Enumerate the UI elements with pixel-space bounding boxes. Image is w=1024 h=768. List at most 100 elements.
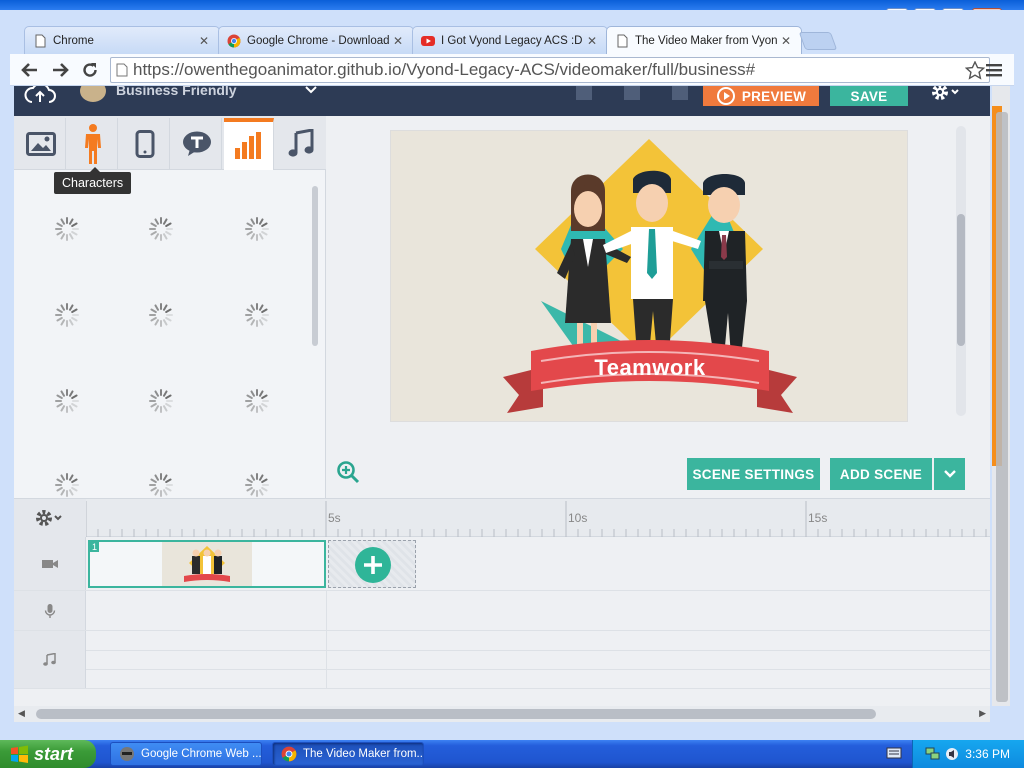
tab-label: I Got Vyond Legacy ACS :D c — [441, 34, 583, 47]
add-scene-button[interactable]: ADD SCENE — [830, 458, 932, 490]
tab-label: Chrome — [53, 34, 94, 47]
theme-name: Business Friendly — [116, 86, 237, 98]
stage-scrollbar-thumb[interactable] — [957, 214, 965, 346]
tab-charts[interactable] — [224, 118, 274, 170]
close-icon[interactable]: ✕ — [393, 34, 405, 48]
horizontal-scrollbar-thumb[interactable] — [36, 709, 876, 719]
new-tab-button[interactable] — [798, 32, 838, 50]
gear-icon[interactable] — [930, 86, 964, 102]
save-label: SAVE — [850, 88, 888, 104]
zoom-in-icon[interactable] — [336, 460, 360, 484]
tab-label: The Video Maker from Vyond — [635, 34, 777, 47]
add-scene-label: ADD SCENE — [839, 466, 923, 482]
undo-icon — [672, 86, 688, 100]
preview-button[interactable]: PREVIEW — [703, 86, 819, 106]
start-label: start — [34, 743, 74, 764]
page-horizontal-scrollbar[interactable]: ◀ ▶ — [14, 706, 990, 722]
tab-audio[interactable] — [276, 118, 326, 170]
plus-circle-icon — [355, 547, 391, 583]
browser-menu-button[interactable] — [982, 59, 1006, 81]
back-button[interactable] — [18, 59, 42, 81]
scene-clip-1[interactable]: 1 — [88, 540, 326, 588]
tab-video-maker[interactable]: The Video Maker from Vyond ✕ — [606, 26, 802, 54]
close-icon[interactable]: ✕ — [587, 34, 599, 48]
tab-youtube-vyond[interactable]: I Got Vyond Legacy ACS :D c ✕ — [412, 26, 608, 54]
asset-panel: Characters — [14, 116, 326, 498]
loading-spinner-icon — [55, 303, 79, 327]
stage-scrollbar[interactable] — [956, 126, 966, 416]
ruler-label-15s: 15s — [808, 511, 828, 525]
asset-panel-scrollbar[interactable] — [312, 186, 318, 346]
timeline-settings-button[interactable] — [14, 499, 86, 537]
loading-spinner-icon — [55, 217, 79, 241]
tab-image[interactable] — [16, 118, 66, 170]
tab-text[interactable] — [172, 118, 222, 170]
reload-button[interactable] — [78, 59, 102, 81]
chrome-icon — [281, 746, 297, 762]
tab-google-chrome-download[interactable]: Google Chrome - Download t ✕ — [218, 26, 414, 54]
upload-cloud-icon[interactable] — [24, 86, 56, 104]
page-scrollbar-thumb[interactable] — [996, 112, 1008, 702]
browser-toolbar: https://owenthegoanimator.github.io/Vyon… — [10, 54, 1014, 86]
loading-spinner-icon — [55, 389, 79, 413]
taskbar-item-video-maker[interactable]: The Video Maker from... — [272, 742, 424, 766]
address-bar[interactable]: https://owenthegoanimator.github.io/Vyon… — [110, 57, 990, 83]
scroll-right-icon[interactable]: ▶ — [979, 708, 986, 719]
toolbar-icon[interactable] — [666, 86, 694, 104]
ruler-ticks — [86, 501, 987, 537]
hamburger-menu-icon — [986, 64, 1002, 77]
video-track: 1 — [14, 537, 990, 591]
scene-settings-button[interactable]: SCENE SETTINGS — [687, 458, 820, 490]
scene-title-text: Teamwork — [594, 355, 706, 380]
tab-chrome[interactable]: Chrome ✕ — [24, 26, 220, 54]
forward-arrow-icon — [53, 63, 69, 77]
network-icon[interactable] — [925, 747, 941, 761]
toolbar-icon[interactable] — [570, 86, 598, 104]
theme-avatar — [80, 86, 106, 102]
raccoon-icon — [120, 747, 134, 761]
taskbar-item-label: The Video Maker from... — [303, 748, 424, 760]
toolbar-icon[interactable] — [618, 86, 646, 104]
chevron-down-icon[interactable] — [304, 86, 318, 95]
add-scene-slot[interactable] — [328, 540, 416, 588]
loading-spinner-icon — [245, 473, 269, 497]
windows-logo-icon — [11, 745, 28, 763]
keyboard-icon[interactable] — [886, 746, 902, 760]
voice-track — [14, 591, 990, 631]
loading-spinner-icon — [149, 389, 173, 413]
scroll-left-icon[interactable]: ◀ — [18, 708, 25, 719]
tab-characters[interactable] — [68, 118, 118, 170]
ruler-label-10s: 10s — [568, 511, 588, 525]
window-title-bar — [0, 0, 1024, 10]
voice-track-header — [14, 591, 86, 630]
system-tray: 3:36 PM — [912, 740, 1024, 768]
gear-icon — [36, 510, 62, 526]
video-track-header — [14, 537, 86, 590]
close-icon[interactable]: ✕ — [199, 34, 211, 48]
back-arrow-icon — [21, 63, 37, 77]
play-circle-icon — [716, 87, 735, 105]
taskbar-item-chrome-web[interactable]: Google Chrome Web ... — [110, 742, 262, 766]
forward-button[interactable] — [48, 59, 72, 81]
timeline: 5s 10s 15s 1 — [14, 498, 990, 706]
loading-spinner-icon — [245, 217, 269, 241]
add-scene-dropdown-button[interactable] — [934, 458, 965, 490]
timeline-ruler[interactable]: 5s 10s 15s — [86, 499, 990, 537]
loading-spinner-icon — [149, 303, 173, 327]
save-button[interactable]: SAVE — [830, 86, 908, 106]
start-button[interactable]: start — [0, 740, 96, 768]
windows-taskbar: start Google Chrome Web ... The Video Ma… — [0, 740, 1024, 768]
close-icon[interactable]: ✕ — [781, 34, 793, 48]
video-maker-app: Business Friendly PREVIEW SAVE Character… — [14, 86, 990, 706]
ruler-label-5s: 5s — [328, 511, 341, 525]
reload-icon — [83, 63, 97, 77]
chevron-down-icon — [943, 470, 956, 478]
scene-settings-label: SCENE SETTINGS — [692, 466, 815, 482]
youtube-icon — [421, 35, 435, 46]
tab-props[interactable] — [120, 118, 170, 170]
volume-icon[interactable] — [945, 747, 959, 761]
image-icon — [25, 132, 56, 156]
loading-spinner-icon — [149, 217, 173, 241]
scene-canvas[interactable]: Teamwork — [390, 130, 908, 422]
page-vertical-scrollbar[interactable] — [992, 86, 1010, 706]
